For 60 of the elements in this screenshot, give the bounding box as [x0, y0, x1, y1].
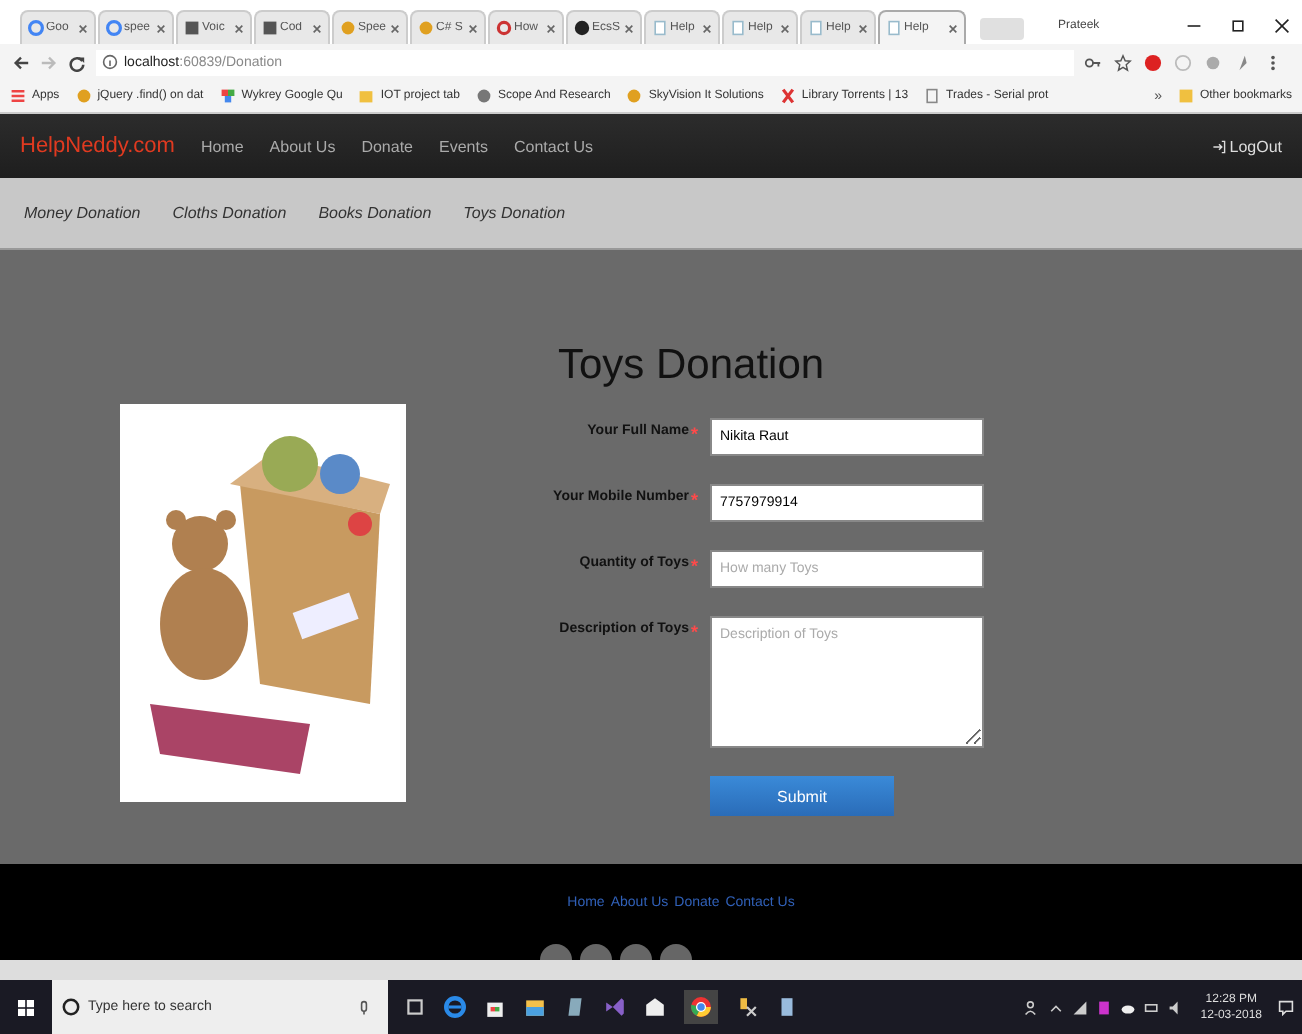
back-icon[interactable]	[12, 53, 30, 71]
battery-icon[interactable]	[1144, 999, 1161, 1015]
bookmark-icon	[626, 88, 643, 104]
tool-icon[interactable]	[736, 996, 758, 1018]
nav-link[interactable]: Donate	[361, 137, 413, 155]
app-icon[interactable]	[564, 996, 586, 1018]
document-icon[interactable]	[776, 996, 798, 1018]
favicon-icon	[418, 20, 434, 36]
favicon-icon	[106, 20, 122, 36]
folder-icon	[358, 88, 375, 104]
nav-link[interactable]: About Us	[269, 137, 336, 155]
subnav-link[interactable]: Toys Donation	[463, 204, 566, 222]
horizontal-scrollbar[interactable]	[0, 960, 1302, 980]
nav-link[interactable]: Home	[200, 137, 244, 155]
favicon-icon	[730, 20, 746, 36]
restore-icon[interactable]	[1230, 18, 1246, 34]
favicon-icon	[652, 20, 668, 36]
reload-icon[interactable]	[68, 53, 86, 71]
bookmark-icon	[219, 88, 236, 104]
favicon-icon	[574, 20, 590, 36]
stop-sign-icon[interactable]	[1144, 53, 1162, 71]
logout-link[interactable]: LogOut	[1211, 137, 1282, 155]
info-icon	[102, 54, 118, 70]
subnav-link[interactable]: Books Donation	[318, 204, 432, 222]
app-tray-icon[interactable]	[1096, 999, 1113, 1015]
file-explorer-icon[interactable]	[524, 996, 546, 1018]
visual-studio-icon[interactable]	[604, 996, 626, 1018]
favicon-icon	[808, 20, 824, 36]
bookmark-icon	[10, 88, 26, 104]
close-icon[interactable]	[1274, 18, 1290, 34]
subnav-link[interactable]: Cloths Donation	[172, 204, 287, 222]
bookmark-icon	[475, 88, 492, 104]
windows-start-icon[interactable]	[16, 997, 36, 1017]
favicon-icon	[184, 20, 200, 36]
nav-link[interactable]: Contact Us	[513, 137, 594, 155]
favicon-icon	[340, 20, 356, 36]
chrome-icon[interactable]	[684, 990, 718, 1024]
nav-link[interactable]: Events	[439, 137, 488, 155]
wifi-icon[interactable]	[1072, 999, 1089, 1015]
logout-icon	[1211, 139, 1226, 153]
notifications-icon[interactable]	[1278, 999, 1294, 1015]
star-icon[interactable]	[1114, 53, 1132, 71]
favicon-icon	[496, 20, 512, 36]
key-icon[interactable]	[1084, 53, 1102, 71]
favicon-icon	[28, 20, 44, 36]
favicon-icon	[886, 20, 902, 36]
submit-button[interactable]: Submit	[710, 776, 894, 816]
cortana-icon	[62, 998, 80, 1016]
bookmark-icon	[75, 88, 92, 104]
favicon-icon	[262, 20, 278, 36]
subnav-link[interactable]: Money Donation	[24, 204, 141, 222]
form-title: Toys Donation	[558, 342, 827, 390]
site-logo[interactable]: HelpNeddy.com	[20, 134, 175, 158]
task-view-icon[interactable]	[404, 996, 426, 1018]
folder-icon	[1177, 88, 1194, 104]
bookmark-icon	[924, 88, 941, 104]
edge-browser-icon[interactable]	[444, 996, 466, 1018]
microphone-icon	[356, 1000, 372, 1016]
bookmark-icon	[779, 88, 796, 104]
people-icon[interactable]	[1024, 999, 1041, 1015]
